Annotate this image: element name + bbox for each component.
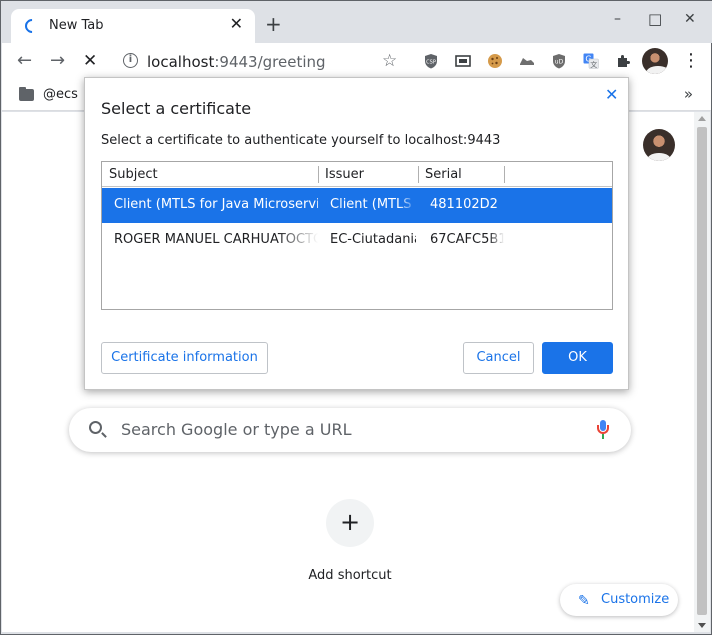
column-serial[interactable]: Serial	[425, 167, 462, 182]
new-tab-button[interactable]: +	[265, 14, 282, 34]
table-row[interactable]: ROGER MANUEL CARHUATOCTO ESPINOZA EC-Ciu…	[102, 223, 612, 258]
certificate-dialog: Select a certificate ✕ Select a certific…	[84, 77, 629, 390]
svg-text:CSP: CSP	[426, 60, 436, 66]
csp-icon[interactable]: CSP	[423, 53, 439, 69]
search-placeholder[interactable]: Search Google or type a URL	[121, 420, 351, 439]
stop-button[interactable]: ✕	[83, 52, 97, 70]
cell-serial: 67CAFC5B17	[430, 232, 504, 247]
table-header: Subject Issuer Serial	[102, 162, 612, 187]
cell-subject: ROGER MANUEL CARHUATOCTO ESPINOZA	[114, 232, 318, 247]
bookmark-star-icon[interactable]: ☆	[382, 51, 397, 71]
forward-button[interactable]: →	[50, 52, 65, 70]
cell-issuer: Client (MTLS for Java Microservice)	[330, 197, 416, 212]
toolbar: ← → ✕ i localhost:9443/greeting ☆ CSP uD	[2, 43, 711, 81]
folder-icon	[19, 87, 34, 101]
tab-strip: New Tab ✕ + – □ ✕	[1, 1, 712, 43]
cell-subject: Client (MTLS for Java Microservice)	[114, 197, 318, 212]
bookmark-ecs[interactable]: @ecs	[43, 87, 78, 102]
back-button[interactable]: ←	[17, 52, 32, 70]
site-info-icon[interactable]: i	[123, 53, 138, 68]
maximize-button[interactable]: □	[648, 10, 662, 28]
tab-new-tab[interactable]: New Tab ✕	[11, 9, 255, 43]
svg-text:uD: uD	[555, 59, 564, 66]
bookmarks-overflow-icon[interactable]: »	[684, 85, 693, 103]
scroll-down-arrow-icon[interactable]	[698, 623, 706, 628]
cell-issuer: EC-Ciutadania	[330, 232, 416, 247]
cancel-button[interactable]: Cancel	[463, 342, 534, 374]
shoe-icon[interactable]	[519, 53, 535, 69]
certificate-information-button[interactable]: Certificate information	[101, 342, 268, 374]
extensions-puzzle-icon[interactable]	[615, 53, 631, 69]
scroll-up-arrow-icon[interactable]	[698, 116, 706, 121]
column-issuer[interactable]: Issuer	[325, 167, 364, 182]
microphone-icon[interactable]	[597, 420, 609, 440]
column-subject[interactable]: Subject	[109, 167, 158, 182]
profile-avatar[interactable]	[642, 48, 668, 74]
account-avatar[interactable]	[643, 129, 675, 161]
address-bar[interactable]: i localhost:9443/greeting	[112, 47, 417, 77]
pencil-icon: ✎	[578, 593, 590, 609]
tab-close-icon[interactable]: ✕	[230, 16, 243, 32]
address-url[interactable]: localhost:9443/greeting	[147, 53, 326, 71]
page-scrollbar[interactable]	[694, 112, 710, 632]
search-icon	[89, 421, 102, 434]
add-shortcut-label[interactable]: Add shortcut	[282, 568, 418, 583]
ublock-icon[interactable]: uD	[551, 53, 567, 69]
scroll-thumb[interactable]	[697, 127, 707, 615]
loading-spinner-icon	[22, 16, 42, 36]
customize-label: Customize	[601, 592, 670, 607]
minimize-button[interactable]: –	[614, 11, 621, 27]
dialog-close-icon[interactable]: ✕	[605, 85, 618, 104]
tab-title: New Tab	[49, 18, 104, 33]
cookie-icon[interactable]	[487, 53, 503, 69]
dialog-description: Select a certificate to authenticate you…	[101, 133, 501, 148]
browser-menu-icon[interactable]: ⋮	[682, 52, 700, 70]
translate-icon[interactable]: G 文	[583, 53, 599, 69]
add-shortcut-button[interactable]: +	[326, 499, 374, 547]
screen-capture-icon[interactable]	[455, 53, 471, 69]
svg-text:文: 文	[590, 60, 597, 69]
window-close-button[interactable]: ✕	[684, 11, 696, 27]
customize-button[interactable]: ✎ Customize	[560, 584, 678, 616]
cell-serial: 481102D2	[430, 197, 498, 212]
search-box[interactable]: Search Google or type a URL	[69, 408, 631, 452]
browser-window: New Tab ✕ + – □ ✕ ← → ✕ i localhost:9443…	[0, 0, 712, 635]
ok-button[interactable]: OK	[542, 342, 613, 374]
dialog-title: Select a certificate	[101, 99, 252, 118]
table-row[interactable]: Client (MTLS for Java Microservice) Clie…	[102, 188, 612, 223]
certificate-table[interactable]: Subject Issuer Serial Client (MTLS for J…	[101, 161, 613, 310]
